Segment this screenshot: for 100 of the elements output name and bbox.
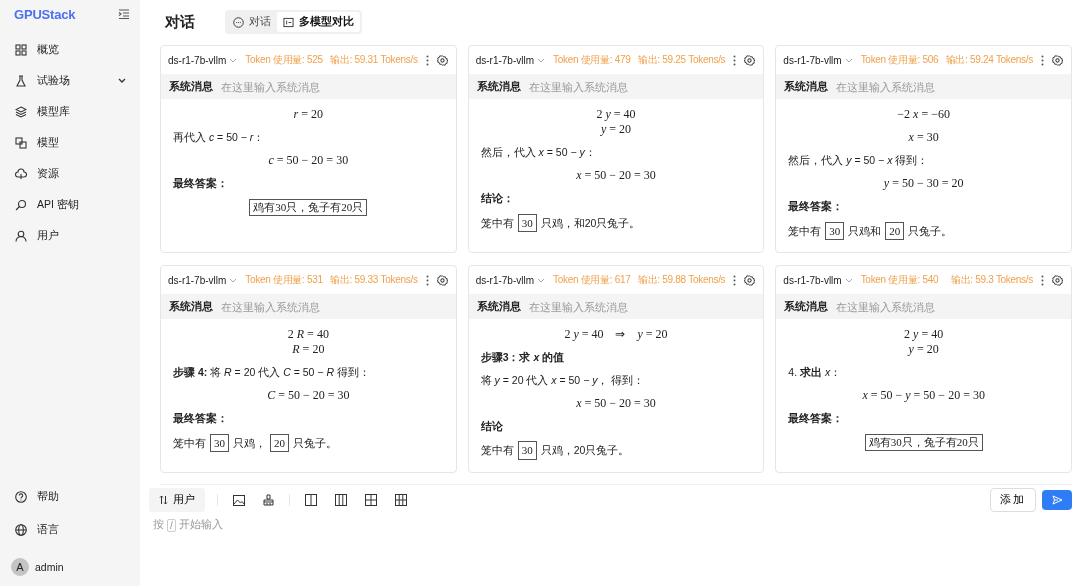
chevron-down-icon bbox=[118, 78, 126, 83]
section-heading: 最终答案： bbox=[788, 410, 845, 426]
section-heading: 最终答案： bbox=[788, 198, 845, 214]
paragraph: 步骤 4: 将 R = 20 代入 C = 50 − R 得到： bbox=[173, 365, 371, 380]
view-tab[interactable]: 多模型对比 bbox=[277, 12, 360, 32]
settings-icon[interactable] bbox=[436, 274, 448, 286]
send-button[interactable] bbox=[1042, 490, 1072, 510]
columns-icon bbox=[283, 16, 294, 28]
user-avatar[interactable]: A bbox=[11, 558, 29, 576]
settings-icon[interactable] bbox=[1052, 274, 1063, 286]
system-message-input[interactable]: 在这里输入系统消息 bbox=[528, 74, 764, 99]
system-message-input[interactable]: 在这里输入系统消息 bbox=[221, 294, 456, 319]
answer-text: 只鸡，和20只兔子。 bbox=[540, 216, 641, 229]
answer-text: 笼中有 bbox=[480, 444, 514, 457]
settings-icon[interactable] bbox=[436, 54, 448, 66]
section-heading: 结论： bbox=[480, 190, 515, 206]
grid-layout-icon[interactable] bbox=[365, 494, 377, 506]
nav-item[interactable]: 试验场 bbox=[0, 65, 140, 96]
three-column-layout-icon[interactable] bbox=[335, 494, 347, 506]
model-select[interactable]: ds-r1-7b-vllm bbox=[168, 274, 238, 286]
grid-icon bbox=[15, 43, 27, 56]
nav-item[interactable]: 语言 bbox=[0, 513, 140, 546]
more-icon[interactable] bbox=[425, 274, 429, 286]
paragraph: 4. 求出 x： bbox=[788, 365, 843, 380]
app-logo: GPUStack bbox=[14, 6, 76, 22]
math-formula: −2 x = −60 bbox=[897, 107, 950, 122]
system-message-input[interactable]: 在这里输入系统消息 bbox=[836, 294, 1071, 319]
settings-icon[interactable] bbox=[744, 54, 756, 66]
six-grid-layout-icon[interactable] bbox=[395, 494, 407, 506]
answer-text: 只鸡和 bbox=[848, 224, 882, 237]
system-message-label: 系统消息 bbox=[468, 294, 529, 319]
more-icon[interactable] bbox=[1041, 54, 1044, 66]
math-formula: r = 20 bbox=[293, 107, 324, 122]
menu-icon[interactable] bbox=[118, 9, 130, 19]
model-select[interactable]: ds-r1-7b-vllm bbox=[783, 54, 853, 66]
user-name: admin bbox=[35, 561, 64, 573]
math-formula: C = 50 − 20 = 30 bbox=[267, 387, 350, 403]
token-usage: Token 使用量: 525 bbox=[245, 53, 323, 67]
math-formula: y = 20 bbox=[600, 122, 632, 137]
nav-item[interactable]: 用户 bbox=[0, 220, 140, 251]
brush-icon[interactable] bbox=[263, 494, 274, 506]
section-heading: 最终答案： bbox=[173, 410, 229, 426]
nav-item[interactable]: 资源 bbox=[0, 158, 140, 189]
system-message-input[interactable]: 在这里输入系统消息 bbox=[836, 74, 1071, 99]
boxed-answer: 鸡有30只，兔子有20只 bbox=[249, 198, 368, 216]
model-select[interactable]: ds-r1-7b-vllm bbox=[475, 274, 545, 286]
nav-item[interactable]: 帮助 bbox=[0, 480, 140, 513]
nav-item[interactable]: 模型 bbox=[0, 127, 140, 158]
system-message-input[interactable]: 在这里输入系统消息 bbox=[221, 74, 456, 99]
output-speed: 输出: 59.24 Tokens/s bbox=[945, 53, 1033, 67]
output-speed: 输出: 59.33 Tokens/s bbox=[330, 273, 418, 287]
settings-icon[interactable] bbox=[1052, 54, 1063, 66]
output-speed: 输出: 59.25 Tokens/s bbox=[637, 53, 726, 67]
model-select[interactable]: ds-r1-7b-vllm bbox=[168, 54, 238, 66]
token-usage: Token 使用量: 617 bbox=[553, 273, 631, 287]
boxed-number: 30 bbox=[517, 441, 537, 460]
boxed-number: 30 bbox=[825, 221, 845, 240]
nav-item[interactable]: 概览 bbox=[0, 34, 140, 65]
math-formula: x = 50 − 20 = 30 bbox=[576, 167, 656, 183]
add-button[interactable]: 添加 bbox=[990, 488, 1036, 512]
answer-text: 笼中有 bbox=[173, 436, 206, 449]
answer-text: 笼中有 bbox=[480, 216, 514, 229]
system-message-input[interactable]: 在这里输入系统消息 bbox=[528, 294, 764, 319]
view-tab[interactable]: 对话 bbox=[227, 12, 277, 32]
token-usage: Token 使用量: 540 bbox=[860, 273, 939, 287]
user-icon bbox=[15, 229, 27, 242]
two-column-layout-icon[interactable] bbox=[305, 494, 317, 506]
paragraph: 然后，代入 x = 50 − y： bbox=[480, 145, 597, 160]
nav-item[interactable]: API 密钥 bbox=[0, 189, 140, 220]
output-speed: 输出: 59.31 Tokens/s bbox=[330, 53, 418, 67]
section-heading: 最终答案： bbox=[173, 175, 229, 191]
boxed-answer: 鸡有30只，兔子有20只 bbox=[864, 433, 983, 451]
keyboard-key: / bbox=[167, 518, 176, 532]
model-select[interactable]: ds-r1-7b-vllm bbox=[475, 54, 545, 66]
answer-text: 只兔子。 bbox=[293, 436, 337, 449]
more-icon[interactable] bbox=[733, 274, 737, 286]
chat-icon bbox=[233, 16, 244, 28]
system-message-label: 系统消息 bbox=[776, 74, 837, 99]
chevron-down-icon bbox=[844, 277, 853, 283]
model-select[interactable]: ds-r1-7b-vllm bbox=[783, 274, 853, 286]
math-formula: x = 50 − 20 = 30 bbox=[576, 395, 656, 411]
more-icon[interactable] bbox=[1041, 274, 1044, 286]
role-button[interactable]: 用户 bbox=[149, 488, 205, 512]
system-message-label: 系统消息 bbox=[161, 74, 221, 99]
image-icon[interactable] bbox=[233, 494, 245, 506]
cloud-icon bbox=[15, 167, 27, 180]
chevron-down-icon bbox=[537, 57, 545, 63]
nav-item[interactable]: 模型库 bbox=[0, 96, 140, 127]
boxed-number: 20 bbox=[885, 221, 905, 240]
more-icon[interactable] bbox=[733, 54, 737, 66]
boxed-number: 20 bbox=[270, 433, 289, 452]
more-icon[interactable] bbox=[425, 54, 429, 66]
system-message-label: 系统消息 bbox=[468, 74, 529, 99]
token-usage: Token 使用量: 479 bbox=[553, 53, 631, 67]
output-speed: 输出: 59.88 Tokens/s bbox=[637, 273, 726, 287]
settings-icon[interactable] bbox=[744, 274, 756, 286]
help-icon bbox=[15, 490, 27, 503]
math-formula: 2 y = 40 bbox=[904, 327, 944, 342]
answer-text: 只鸡， bbox=[233, 436, 266, 449]
paragraph: 再代入 c = 50 − r： bbox=[173, 130, 266, 145]
